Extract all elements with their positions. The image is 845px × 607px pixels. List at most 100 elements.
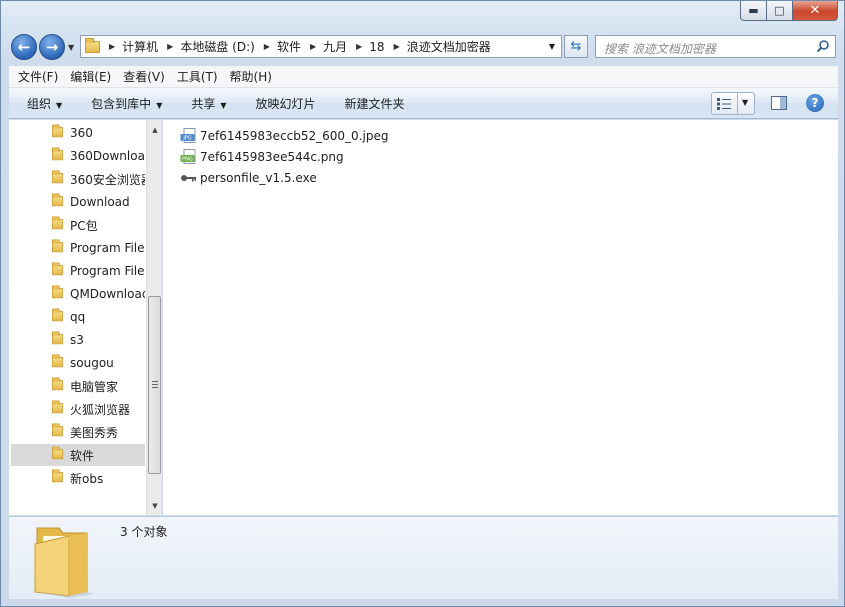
caption-buttons: ▬ □ ✕ (740, 1, 838, 21)
menu-file[interactable]: 文件(F) (18, 68, 58, 85)
sidebar-folder-item[interactable]: QMDownload (11, 283, 145, 305)
navigation-bar: ← → ▼ ▶ 计算机 ▶ 本地磁盘 (D:) ▶ 软件 ▶ 九月 ▶ 18 ▶… (1, 31, 845, 63)
sidebar-folder-item[interactable]: Program Files (11, 237, 145, 259)
organize-button[interactable]: 组织 ▼ (27, 95, 62, 112)
preview-pane-button[interactable] (771, 96, 787, 110)
sidebar-folder-label: 电脑管家 (70, 379, 119, 394)
file-list: JPG 7ef6145983eccb52_600_0.jpeg PNG 7ef6… (163, 120, 838, 515)
forward-button[interactable]: → (39, 34, 65, 60)
help-button[interactable]: ? (806, 94, 824, 112)
menu-view[interactable]: 查看(V) (123, 68, 165, 85)
menu-tools[interactable]: 工具(T) (177, 68, 218, 85)
sidebar-folder-label: 美图秀秀 (70, 425, 119, 440)
folder-icon (52, 170, 64, 184)
recent-pages-dropdown[interactable]: ▼ (68, 43, 74, 52)
folder-icon (52, 193, 64, 207)
address-dropdown-icon[interactable]: ▼ (543, 36, 561, 57)
png-file-icon: PNG (180, 149, 196, 164)
back-button[interactable]: ← (11, 34, 37, 60)
grip-icon (152, 381, 158, 388)
breadcrumb-drive-d[interactable]: 本地磁盘 (D:) (180, 38, 254, 55)
sidebar-folder-item[interactable]: 360Download (11, 145, 145, 167)
view-options-icon (717, 98, 731, 110)
folder-icon (52, 262, 64, 276)
sidebar-folder-item[interactable]: 软件 (11, 444, 145, 466)
include-in-library-button[interactable]: 包含到库中 ▼ (91, 95, 162, 112)
folder-icon (34, 527, 95, 598)
sidebar-folder-label: Download (70, 195, 130, 209)
chevron-right-icon[interactable]: ▶ (394, 42, 400, 51)
chevron-right-icon[interactable]: ▶ (264, 42, 270, 51)
breadcrumb-current-folder[interactable]: 浪迹文档加密器 (407, 38, 491, 55)
sidebar-folder-label: Program Files (70, 264, 145, 278)
address-bar[interactable]: ▶ 计算机 ▶ 本地磁盘 (D:) ▶ 软件 ▶ 九月 ▶ 18 ▶ 浪迹文档加… (80, 35, 562, 58)
scrollbar-thumb[interactable] (148, 296, 161, 474)
share-button[interactable]: 共享 ▼ (191, 95, 226, 112)
scroll-up-icon[interactable]: ▲ (147, 121, 161, 138)
command-bar: 组织 ▼ 包含到库中 ▼ 共享 ▼ 放映幻灯片 新建文件夹 ▼ ? (9, 88, 838, 119)
chevron-right-icon[interactable]: ▶ (310, 42, 316, 51)
svg-text:PNG: PNG (182, 157, 193, 163)
folder-icon (52, 400, 64, 414)
sidebar-folder-item[interactable]: s3 (11, 329, 145, 351)
folder-icon (52, 469, 64, 483)
sidebar-folder-label: 360安全浏览器 (70, 172, 145, 187)
sidebar-folder-label: 软件 (70, 448, 95, 463)
sidebar-folder-item[interactable]: 火狐浏览器 (11, 398, 145, 420)
folder-icon (52, 308, 64, 322)
view-button-divider (737, 93, 738, 114)
new-folder-button[interactable]: 新建文件夹 (345, 95, 405, 112)
sidebar-folder-item[interactable]: PC包 (11, 214, 145, 236)
list-item[interactable]: JPG 7ef6145983eccb52_600_0.jpeg (180, 126, 388, 146)
search-input[interactable]: 搜索 浪迹文档加密器 (604, 40, 716, 57)
change-view-button[interactable]: ▼ (711, 92, 755, 115)
sidebar-folder-item[interactable]: 美图秀秀 (11, 421, 145, 443)
folder-icon (52, 423, 64, 437)
slideshow-button[interactable]: 放映幻灯片 (256, 95, 316, 112)
search-box[interactable]: 搜索 浪迹文档加密器 (595, 35, 836, 58)
folder-icon (85, 37, 100, 53)
svg-text:JPG: JPG (182, 136, 191, 142)
maximize-button[interactable]: □ (767, 1, 793, 21)
explorer-window: ▬ □ ✕ ← → ▼ ▶ 计算机 ▶ 本地磁盘 (D:) ▶ 软件 ▶ 九月 … (0, 0, 845, 607)
sidebar-folder-label: QMDownload (70, 287, 145, 301)
breadcrumb-computer[interactable]: 计算机 (122, 38, 158, 55)
list-item[interactable]: personfile_v1.5.exe (180, 168, 317, 188)
sidebar-folder-item[interactable]: 360安全浏览器 (11, 168, 145, 190)
sidebar-folder-item[interactable]: Download (11, 191, 145, 213)
details-pane: 3 个对象 (9, 516, 838, 599)
sidebar-folder-item[interactable]: 360 (11, 122, 145, 144)
navigation-pane-scrollbar[interactable]: ▲ ▼ (146, 120, 161, 515)
chevron-right-icon[interactable]: ▶ (356, 42, 362, 51)
chevron-right-icon[interactable]: ▶ (109, 42, 115, 51)
sidebar-folder-label: qq (70, 310, 86, 324)
sidebar-folder-item[interactable]: 新obs (11, 467, 145, 489)
sidebar-folder-label: PC包 (70, 218, 98, 233)
breadcrumb-software[interactable]: 软件 (277, 38, 301, 55)
folder-icon (52, 331, 64, 345)
breadcrumb-18[interactable]: 18 (369, 40, 384, 54)
sidebar-folder-item[interactable]: sougou (11, 352, 145, 374)
chevron-down-icon[interactable]: ▼ (742, 98, 748, 107)
sidebar-folder-item[interactable]: Program Files (11, 260, 145, 282)
file-name: 7ef6145983eccb52_600_0.jpeg (200, 129, 389, 143)
folder-icon (52, 285, 64, 299)
sidebar-folder-item[interactable]: qq (11, 306, 145, 328)
refresh-button[interactable]: ⇆ (564, 35, 588, 58)
close-button[interactable]: ✕ (793, 1, 838, 21)
chevron-right-icon[interactable]: ▶ (167, 42, 173, 51)
search-icon[interactable] (816, 39, 830, 53)
folder-icon (52, 239, 64, 253)
breadcrumb-september[interactable]: 九月 (323, 38, 347, 55)
sidebar-folder-item[interactable]: 电脑管家 (11, 375, 145, 397)
folder-icon (52, 446, 64, 460)
exe-file-icon (181, 175, 196, 182)
sidebar-folder-label: 新obs (70, 471, 104, 486)
menu-help[interactable]: 帮助(H) (230, 68, 272, 85)
scroll-down-icon[interactable]: ▼ (147, 497, 161, 514)
sidebar-folder-label: s3 (70, 333, 84, 347)
folder-icon (52, 354, 64, 368)
minimize-button[interactable]: ▬ (740, 1, 767, 21)
list-item[interactable]: PNG 7ef6145983ee544c.png (180, 147, 344, 167)
menu-edit[interactable]: 编辑(E) (70, 68, 111, 85)
